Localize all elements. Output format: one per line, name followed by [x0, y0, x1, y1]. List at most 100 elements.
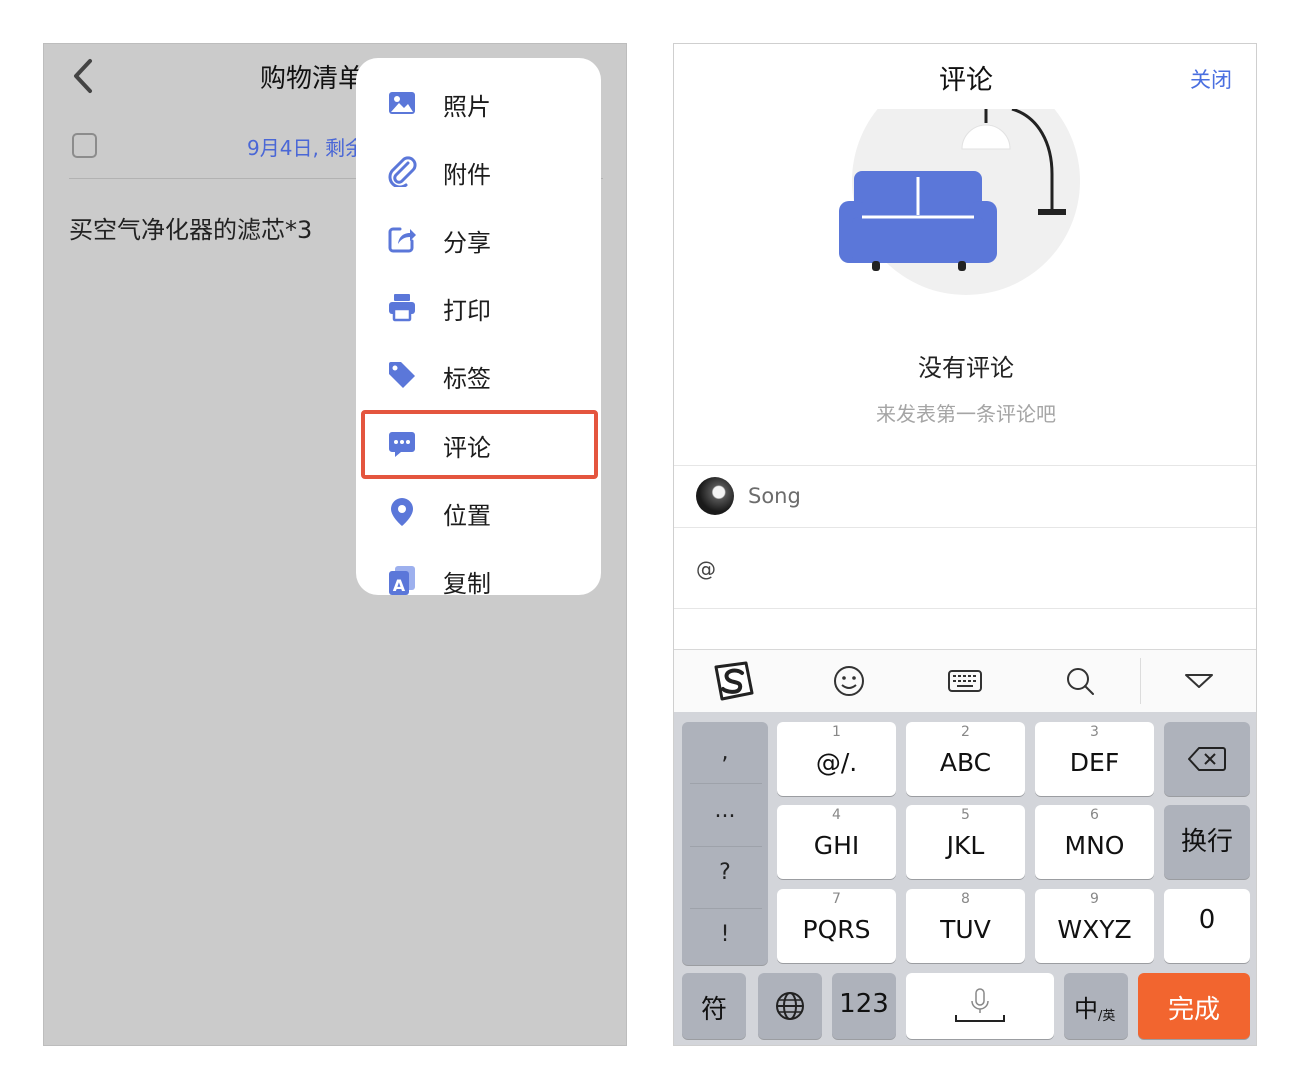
key-label: DEF [1069, 748, 1120, 777]
key-label: 完成 [1167, 995, 1220, 1025]
key-number: 6 [1090, 807, 1099, 823]
task-checkbox[interactable] [72, 133, 97, 158]
punct-key[interactable]: , [682, 740, 768, 800]
key-7[interactable]: 7 PQRS [777, 889, 896, 963]
menu-item-copy[interactable]: A 复制 [356, 550, 601, 595]
key-label: GHI [813, 831, 860, 860]
key-0[interactable]: 0 [1164, 889, 1250, 963]
key-label: PQRS [802, 915, 871, 944]
key-label: JKL [946, 831, 985, 860]
microphone-icon [955, 988, 1005, 1022]
location-pin-icon [391, 498, 413, 526]
space-key[interactable] [906, 973, 1054, 1039]
svg-text:A: A [393, 576, 406, 595]
printer-icon [389, 294, 415, 322]
empty-state-title: 没有评论 [918, 354, 1014, 382]
key-label: TUV [940, 915, 991, 944]
backspace-icon [1188, 747, 1226, 771]
key-sublabel: /英 [1098, 1009, 1116, 1024]
key-label: 123 [839, 989, 889, 1019]
key-label: MNO [1064, 831, 1125, 860]
divider [674, 527, 1256, 528]
newline-key[interactable]: 换行 [1164, 805, 1250, 879]
user-name: Song [748, 484, 801, 508]
key-number: 9 [1090, 891, 1099, 907]
menu-item-label: 标签 [443, 365, 491, 393]
globe-icon [776, 992, 804, 1020]
page-title: 购物清单 [260, 64, 365, 94]
key-label: @/. [815, 748, 858, 777]
divider [674, 465, 1256, 466]
key-4[interactable]: 4 GHI [777, 805, 896, 879]
key-label: 换行 [1180, 827, 1233, 857]
comment-input[interactable] [696, 554, 1216, 584]
menu-item-print[interactable]: 打印 [356, 277, 601, 339]
key-label: 中 [1074, 995, 1098, 1023]
globe-key[interactable] [758, 973, 822, 1039]
key-number: 5 [961, 807, 970, 823]
paperclip-icon [388, 156, 417, 187]
comments-screen: 评论 关闭 没有评论 来发表第一条评论吧 Song @ , ... ? ! 1 … [673, 43, 1257, 1046]
key-label: WXYZ [1057, 915, 1132, 944]
key-number: 4 [832, 807, 841, 823]
punct-key[interactable]: ... [682, 798, 768, 858]
menu-item-label: 分享 [443, 229, 491, 257]
ime-toolbar [674, 650, 1256, 712]
menu-item-label: 位置 [443, 502, 491, 530]
done-key[interactable]: 完成 [1138, 973, 1250, 1039]
punct-key[interactable]: ? [682, 860, 768, 920]
close-button[interactable]: 关闭 [1190, 64, 1232, 94]
key-1[interactable]: 1 @/. [777, 722, 896, 796]
highlight-box [361, 410, 598, 479]
avatar [696, 477, 734, 515]
photo-icon [389, 92, 415, 114]
key-6[interactable]: 6 MNO [1035, 805, 1154, 879]
tag-icon [389, 362, 415, 388]
number-mode-key[interactable]: 123 [832, 973, 896, 1039]
menu-item-tag[interactable]: 标签 [356, 345, 601, 407]
key-number: 2 [961, 724, 970, 740]
todo-detail-screen: 购物清单 9月4日, 剩余 买空气净化器的滤芯*3 照片 附件 分享 打印 标签… [43, 43, 627, 1046]
sogou-logo-icon[interactable] [710, 659, 756, 703]
backspace-key[interactable] [1164, 722, 1250, 796]
divider [674, 608, 1256, 609]
menu-item-attachment[interactable]: 附件 [356, 141, 601, 203]
menu-item-label: 附件 [443, 161, 491, 189]
divider [690, 783, 762, 784]
menu-item-photo[interactable]: 照片 [356, 73, 601, 135]
emoji-icon[interactable] [826, 659, 872, 703]
menu-item-location[interactable]: 位置 [356, 482, 601, 544]
search-icon[interactable] [1058, 659, 1104, 703]
share-icon [388, 227, 416, 253]
menu-item-label: 照片 [443, 93, 491, 121]
copy-icon: A [389, 566, 415, 595]
empty-state-subtitle: 来发表第一条评论吧 [876, 402, 1056, 426]
menu-item-label: 复制 [443, 570, 491, 595]
t9-keyboard: , ... ? ! 1 @/. 2 ABC 3 DEF 4 GHI 5 JKL … [674, 712, 1256, 1045]
back-chevron-icon[interactable] [66, 56, 102, 96]
punctuation-column[interactable]: , ... ? ! [682, 722, 768, 965]
divider [690, 908, 762, 909]
key-8[interactable]: 8 TUV [906, 889, 1025, 963]
keyboard-icon[interactable] [942, 659, 988, 703]
symbol-key[interactable]: 符 [682, 973, 746, 1039]
divider [690, 846, 762, 847]
key-2[interactable]: 2 ABC [906, 722, 1025, 796]
key-number: 1 [832, 724, 841, 740]
task-note-text[interactable]: 买空气净化器的滤芯*3 [69, 210, 312, 245]
key-9[interactable]: 9 WXYZ [1035, 889, 1154, 963]
empty-sofa-illustration [839, 109, 1080, 295]
key-number: 7 [832, 891, 841, 907]
key-number: 8 [961, 891, 970, 907]
menu-item-share[interactable]: 分享 [356, 209, 601, 271]
page-title: 评论 [939, 65, 993, 96]
menu-item-label: 打印 [443, 297, 491, 325]
key-number: 3 [1090, 724, 1099, 740]
key-label: 0 [1198, 905, 1216, 935]
key-label: ABC [939, 748, 992, 777]
key-3[interactable]: 3 DEF [1035, 722, 1154, 796]
key-5[interactable]: 5 JKL [906, 805, 1025, 879]
language-switch-key[interactable]: 中 /英 [1064, 973, 1128, 1039]
hide-keyboard-icon[interactable] [1176, 659, 1222, 703]
due-date-label[interactable]: 9月4日, 剩余 [247, 132, 365, 161]
